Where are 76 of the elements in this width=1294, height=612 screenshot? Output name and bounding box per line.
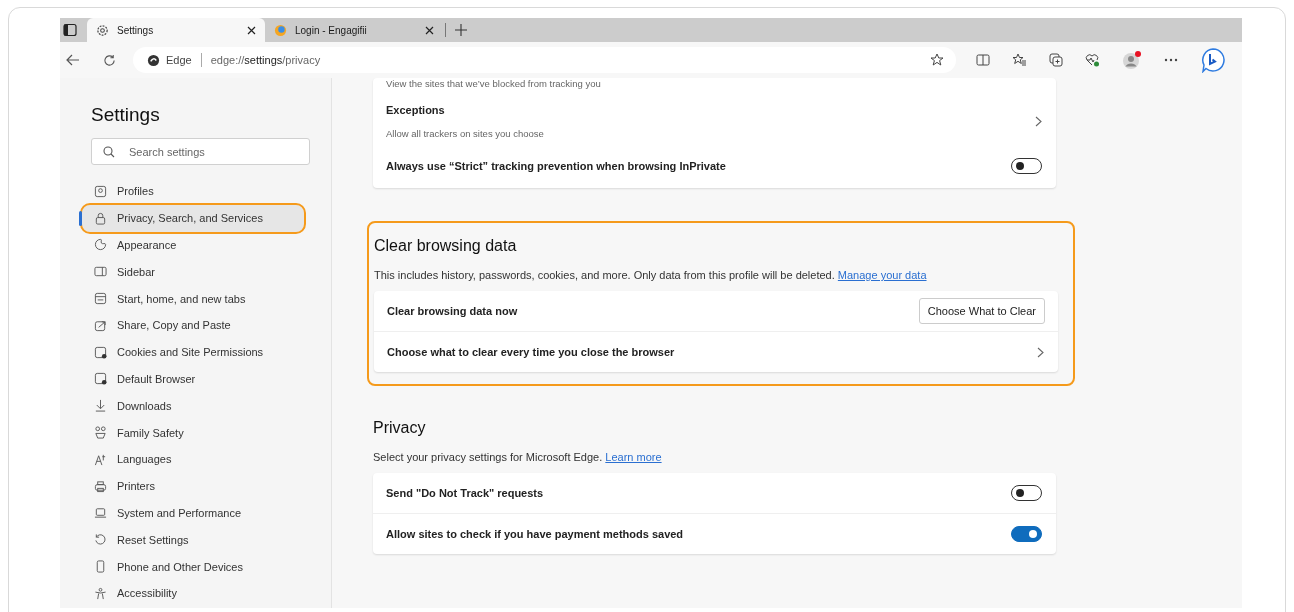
help-link[interactable]: Learn more [605,451,662,463]
tab-actions-icon[interactable] [63,23,77,37]
setting-label: Choose what to clear every time you close the browser [387,346,676,358]
family-icon [94,426,107,440]
section-heading: Privacy [373,419,427,437]
section-heading: Clear browsing data [374,237,518,255]
sidebar-item[interactable]: Sidebar [82,258,304,286]
toggle-switch[interactable] [1011,158,1042,174]
printer-icon [94,479,107,493]
accessibility-icon [94,586,107,600]
home-tabs-icon [94,292,107,306]
search-field[interactable]: Search settings [91,138,310,165]
phone-icon [94,560,107,574]
section-description: This includes history, passwords, cookies, and more. Only data from this profile will be deleted. Manage your data [374,269,928,281]
setting-label: Clear browsing data now [387,305,519,317]
setting-label: Always use “Strict” tracking prevention when browsing InPrivate [386,160,727,172]
close-icon[interactable] [247,25,256,35]
sidebar-item[interactable]: Privacy, Search, and Services [82,204,304,232]
gear-icon [96,23,109,37]
sidebar-item[interactable]: System and Performance [82,499,304,527]
favorites-icon[interactable] [1012,53,1027,67]
cookies-icon [94,345,107,359]
browser-tab[interactable]: Login - Engagifii [265,18,443,42]
new-tab-icon[interactable] [455,24,467,36]
collections-icon[interactable] [1049,53,1063,67]
share-icon [94,318,107,332]
download-icon [94,399,107,413]
setting-description: Allow all trackers on sites you choose [386,127,545,139]
sidebar-item[interactable]: Accessibility [82,579,304,607]
lock-icon [94,211,107,225]
laptop-icon [94,506,107,520]
setting-description: View the sites that we’ve blocked from tracking you [386,78,602,89]
choose-what-to-clear-button[interactable]: Choose What to Clear [918,298,1045,324]
favorite-star-icon[interactable] [930,53,944,67]
sidebar-item[interactable]: Appearance [82,231,304,259]
chevron-right-icon[interactable] [1035,115,1042,127]
chevron-right-icon[interactable] [1037,346,1044,358]
settings-title: Settings [91,104,161,126]
palette-icon [94,238,107,252]
sidebar-item[interactable]: Printers [82,472,304,500]
address-bar[interactable]: Edge edge://settings/privacy [133,47,956,73]
site-logo-icon [274,23,287,37]
sidebar-item[interactable]: Reset Settings [82,526,304,554]
site-label: Edge [166,54,192,66]
section-description: Select your privacy settings for Microsoft Edge. Learn more [373,451,663,463]
help-link[interactable]: Manage your data [837,269,927,281]
browser-tab[interactable]: Settings [87,18,265,42]
languages-icon [94,452,107,466]
browser-icon [94,372,107,386]
reset-icon [94,533,107,547]
more-icon[interactable] [1164,58,1178,62]
setting-label: Send "Do Not Track" requests [386,487,545,499]
split-screen-icon[interactable] [976,54,990,66]
sidebar-item[interactable]: Profiles [82,178,304,205]
profile-avatar-icon[interactable] [1122,50,1142,70]
setting-label: Exceptions [386,103,446,116]
heart-pulse-icon[interactable] [1085,53,1100,67]
bing-chat-icon[interactable] [1200,47,1226,73]
sidebar-item[interactable]: Cookies and Site Permissions [82,338,304,366]
profile-icon [94,184,107,198]
toggle-switch[interactable] [1011,485,1042,501]
setting-label: Allow sites to check if you have payment methods saved [386,528,685,540]
edge-logo-icon [147,53,160,67]
url-text: edge://settings/privacy [210,54,322,66]
sidebar-item[interactable]: Downloads [82,392,304,420]
back-icon[interactable] [66,54,80,66]
close-icon[interactable] [425,25,434,35]
sidebar-item[interactable]: Share, Copy and Paste [82,312,304,339]
sidebar-item[interactable]: Phone and Other Devices [82,553,304,580]
sidebar-item[interactable]: Default Browser [82,365,304,393]
sidebar-item[interactable]: Family Safety [82,419,304,446]
sidebar-item[interactable]: Languages [82,445,304,473]
sidebar-icon [94,265,107,279]
sidebar-item[interactable]: Start, home, and new tabs [82,285,304,312]
refresh-icon[interactable] [103,53,116,67]
toggle-switch[interactable] [1011,526,1042,542]
